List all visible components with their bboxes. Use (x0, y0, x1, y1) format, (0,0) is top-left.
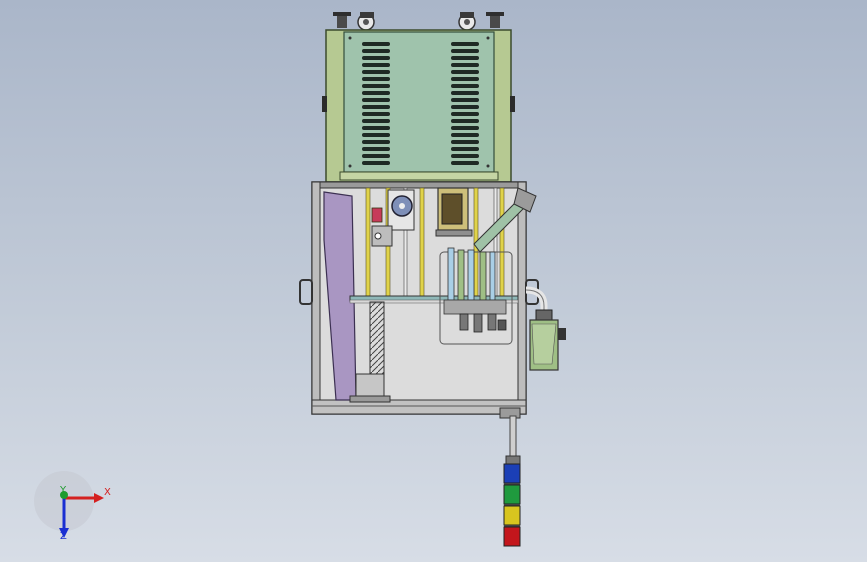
vent-slot (362, 133, 390, 137)
signal-tower (503, 415, 521, 547)
vent-slot (362, 161, 390, 165)
signal-segment-green (503, 484, 521, 505)
vent-slot (362, 112, 390, 116)
vent-slot (451, 112, 479, 116)
triad-x-label: X (104, 487, 111, 498)
top-caster-left (333, 12, 375, 31)
vent-slot (451, 161, 479, 165)
vent-slot (362, 84, 390, 88)
vent-slot (451, 126, 479, 130)
signal-segment-blue (503, 463, 521, 484)
vent-slot (451, 70, 479, 74)
vent-slot (362, 63, 390, 67)
machine-drawing (34, 12, 566, 547)
vent-slot (451, 91, 479, 95)
vent-slot (451, 105, 479, 109)
vent-slot (451, 84, 479, 88)
vent-slot (362, 126, 390, 130)
vent-slot (451, 98, 479, 102)
cad-viewport[interactable]: X Y Z (0, 0, 867, 562)
triad-z-label: Z (60, 531, 67, 542)
upper-housing (322, 29, 515, 183)
vent-slot (362, 42, 390, 46)
vent-slot (451, 147, 479, 151)
vent-slot (362, 105, 390, 109)
coordinate-triad (34, 471, 104, 538)
vent-slot (451, 77, 479, 81)
vent-slot (451, 140, 479, 144)
vent-slot (451, 49, 479, 53)
vent-slot (362, 91, 390, 95)
vent-slot (451, 63, 479, 67)
vent-slot (362, 56, 390, 60)
vent-slot (362, 147, 390, 151)
vent-slot (362, 119, 390, 123)
vent-slot (362, 154, 390, 158)
vent-slot (451, 119, 479, 123)
signal-segment-yellow (503, 505, 521, 526)
vent-slot (362, 77, 390, 81)
vent-slot (362, 98, 390, 102)
vent-slot (451, 56, 479, 60)
triad-y-label: Y (60, 485, 67, 496)
vent-slot (362, 70, 390, 74)
vent-slot (362, 140, 390, 144)
vent-slot (451, 154, 479, 158)
signal-segment-red (503, 526, 521, 547)
vent-slot (362, 49, 390, 53)
top-caster-right (458, 12, 504, 31)
motor-block (435, 187, 473, 237)
vent-slot (451, 42, 479, 46)
vent-slot (451, 133, 479, 137)
side-cylinder (525, 286, 566, 371)
